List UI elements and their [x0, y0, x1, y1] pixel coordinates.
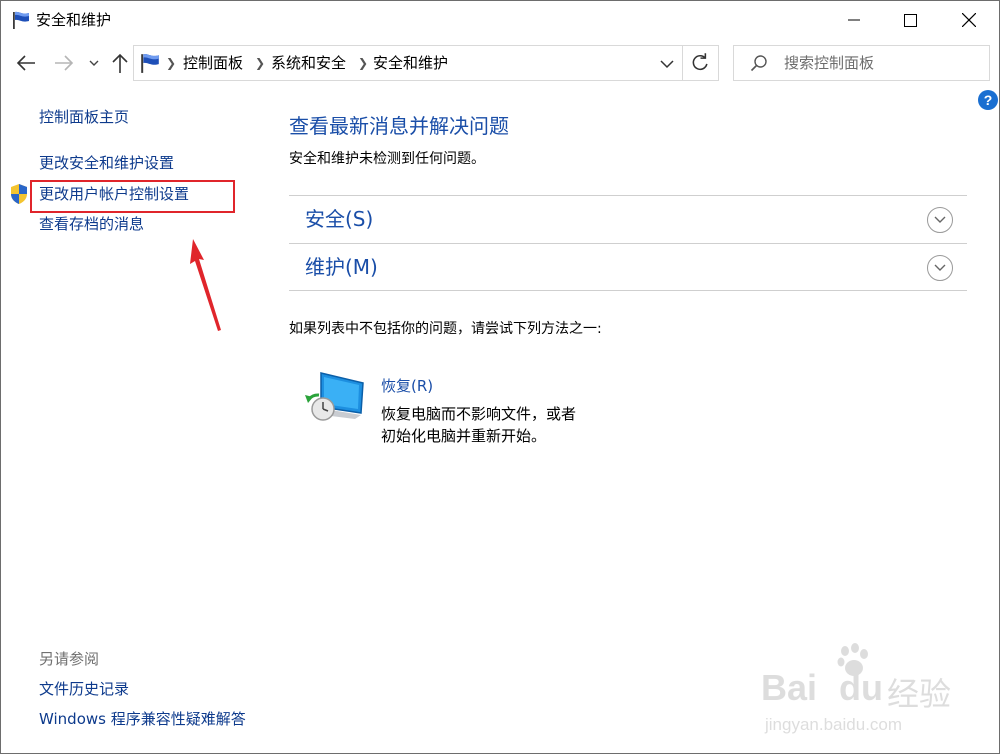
security-flag-icon: [141, 54, 159, 73]
sidebar-link-compatibility-troubleshooter[interactable]: Windows 程序兼容性疑难解答: [39, 709, 246, 729]
sidebar-link-control-panel-home[interactable]: 控制面板主页: [39, 107, 129, 127]
up-arrow-icon[interactable]: [107, 49, 133, 77]
search-input[interactable]: 搜索控制面板: [733, 45, 990, 81]
watermark-brand-suffix: du: [839, 667, 883, 708]
breadcrumb-separator-icon[interactable]: ❯: [358, 46, 368, 80]
title-bar: 安全和维护: [1, 1, 999, 39]
chevron-down-icon: [934, 216, 946, 223]
watermark-url: jingyan.baidu.com: [765, 715, 903, 734]
troubleshoot-prompt: 如果列表中不包括你的问题，请尝试下列方法之一:: [289, 321, 602, 337]
section-maintenance-label: 维护(M): [305, 255, 378, 279]
security-flag-icon: [13, 11, 29, 29]
address-dropdown-chevron-icon[interactable]: [652, 46, 682, 80]
section-maintenance[interactable]: 维护(M): [289, 243, 967, 291]
sidebar-link-change-security-settings[interactable]: 更改安全和维护设置: [39, 153, 174, 173]
section-security-label: 安全(S): [305, 207, 374, 231]
breadcrumb-control-panel[interactable]: 控制面板: [183, 46, 243, 80]
search-placeholder: 搜索控制面板: [784, 54, 875, 72]
maximize-button[interactable]: [883, 1, 937, 39]
chevron-down-icon: [934, 264, 946, 271]
breadcrumb-separator-icon[interactable]: ❯: [255, 46, 265, 80]
uac-shield-icon: [11, 184, 27, 204]
help-icon[interactable]: ?: [978, 90, 998, 110]
address-bar[interactable]: ❯ 控制面板 ❯ 系统和安全 ❯ 安全和维护: [133, 45, 719, 81]
breadcrumb-security-maintenance[interactable]: 安全和维护: [373, 46, 448, 80]
see-also-heading: 另请参阅: [39, 650, 100, 668]
section-divider: [289, 290, 967, 291]
minimize-button[interactable]: [827, 1, 881, 39]
search-icon: [750, 55, 767, 72]
expand-maintenance-button[interactable]: [927, 255, 953, 281]
watermark-chinese: 经验: [887, 676, 952, 712]
close-icon: [962, 13, 976, 27]
maximize-icon: [903, 13, 917, 27]
status-description: 安全和维护未检测到任何问题。: [289, 151, 485, 167]
breadcrumb-separator-icon[interactable]: ❯: [166, 46, 176, 80]
sidebar-link-view-archived-messages[interactable]: 查看存档的消息: [39, 214, 144, 234]
back-arrow-icon[interactable]: [13, 51, 39, 75]
red-arrow-annotation-icon: [190, 239, 221, 331]
sidebar-link-file-history[interactable]: 文件历史记录: [39, 679, 129, 699]
recent-locations-chevron-icon[interactable]: [85, 53, 103, 73]
recovery-link[interactable]: 恢复(R): [381, 376, 433, 396]
close-button[interactable]: [942, 1, 996, 39]
recovery-description-line-1: 恢复电脑而不影响文件，或者: [381, 405, 577, 423]
window-title: 安全和维护: [36, 11, 112, 29]
expand-security-button[interactable]: [927, 207, 953, 233]
baidu-jingyan-watermark: Bai du 经验 jingyan.baidu.com: [761, 641, 991, 741]
refresh-icon[interactable]: [682, 46, 718, 80]
watermark-brand: Bai: [761, 667, 818, 708]
minimize-icon: [848, 19, 860, 21]
section-security[interactable]: 安全(S): [289, 195, 967, 243]
page-title: 查看最新消息并解决问题: [289, 114, 509, 138]
forward-arrow-icon[interactable]: [51, 51, 77, 75]
control-panel-window: 安全和维护 ❯ 控制面板 ❯ 系统和安全 ❯ 安全和维护 搜索控制面板 ? 控制…: [0, 0, 1000, 754]
breadcrumb-system-security[interactable]: 系统和安全: [271, 46, 346, 80]
recovery-pc-icon[interactable]: [303, 369, 367, 425]
recovery-description-line-2: 初始化电脑并重新开始。: [381, 427, 547, 445]
red-highlight-annotation: [30, 180, 235, 213]
